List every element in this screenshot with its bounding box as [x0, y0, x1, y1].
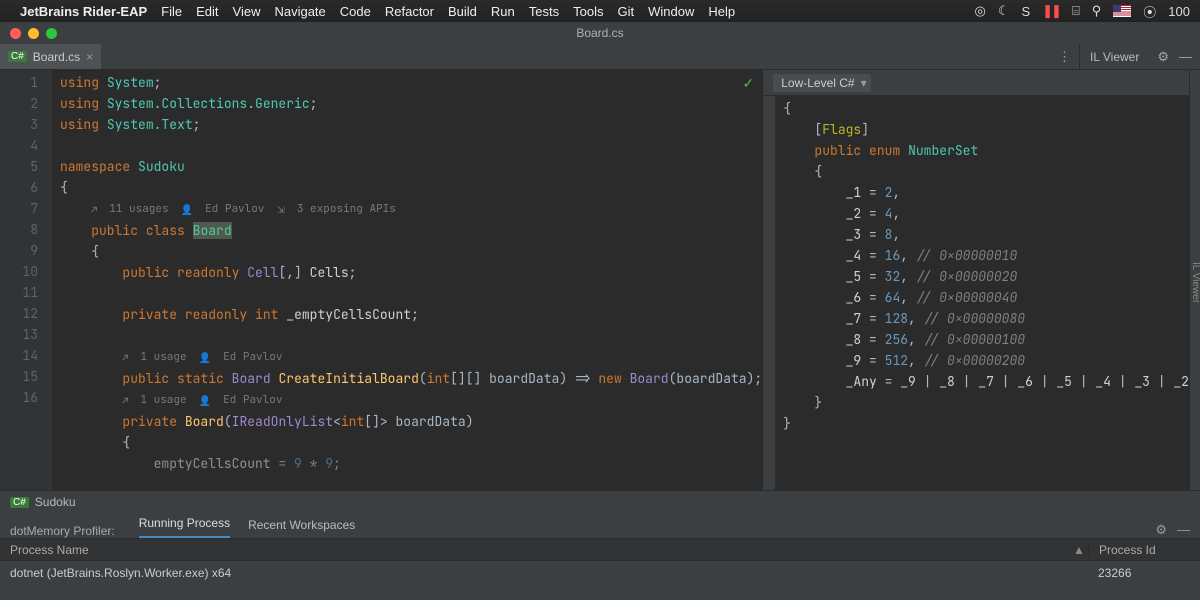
mac-menubar: JetBrains Rider-EAP File Edit View Navig… [0, 0, 1200, 22]
menu-refactor[interactable]: Refactor [385, 4, 434, 19]
process-id: 23266 [1088, 566, 1200, 580]
menu-view[interactable]: View [233, 4, 261, 19]
menu-code[interactable]: Code [340, 4, 371, 19]
close-tab-icon[interactable]: × [86, 50, 93, 64]
codelens-create[interactable]: ↗1 usage 👤Ed Pavlov [122, 347, 282, 368]
il-viewer-dock-button[interactable]: IL Viewer [1190, 262, 1200, 303]
window-controls [0, 28, 57, 39]
profiler-columns: Process Name ▲ Process Id [0, 539, 1200, 561]
codelens-ctor[interactable]: ↗1 usage 👤Ed Pavlov [122, 390, 282, 411]
menu-tests[interactable]: Tests [529, 4, 559, 19]
menu-file[interactable]: File [161, 4, 182, 19]
column-process-id[interactable]: Process Id [1088, 543, 1200, 557]
editor-tabstrip: C# Board.cs × ⋮ IL Viewer ⚙ — [0, 44, 1200, 70]
shield-icon[interactable]: ☾ [998, 3, 1010, 19]
il-viewer-tab[interactable]: IL Viewer [1079, 44, 1149, 69]
tab-recent-workspaces[interactable]: Recent Workspaces [248, 518, 355, 538]
app-menu[interactable]: JetBrains Rider-EAP [20, 4, 147, 19]
il-viewer-pane: Low-Level C# { [Flags] public enum Numbe… [762, 70, 1189, 490]
tab-overflow-icon[interactable]: ⋮ [1058, 49, 1071, 65]
menu-window[interactable]: Window [648, 4, 694, 19]
window-title: Board.cs [576, 26, 623, 40]
line-gutter: 1 2 3 4 5 6 7 8 9 10 11 12 13 14 15 16 [0, 70, 52, 490]
menu-run[interactable]: Run [491, 4, 515, 19]
editor-area[interactable]: 1 2 3 4 5 6 7 8 9 10 11 12 13 14 15 16 [0, 70, 762, 490]
main-split: 1 2 3 4 5 6 7 8 9 10 11 12 13 14 15 16 [0, 70, 1200, 490]
wifi-icon[interactable]: ⦿ [1143, 2, 1156, 21]
il-gutter [763, 96, 775, 490]
menu-navigate[interactable]: Navigate [274, 4, 325, 19]
bottom-tool-header: C# Sudoku [0, 491, 1200, 513]
file-tab-board[interactable]: C# Board.cs × [0, 44, 101, 69]
editor-pane: 1 2 3 4 5 6 7 8 9 10 11 12 13 14 15 16 [0, 70, 762, 490]
il-mode-dropdown[interactable]: Low-Level C# [773, 74, 870, 92]
menu-git[interactable]: Git [617, 4, 634, 19]
battery-level: 100 [1168, 4, 1190, 19]
analysis-ok-icon[interactable]: ✓ [742, 74, 754, 95]
menu-help[interactable]: Help [708, 4, 735, 19]
right-dock-stripe: IL Viewer [1189, 70, 1200, 490]
profiler-label: dotMemory Profiler: [10, 524, 121, 538]
profiler-tabs: dotMemory Profiler: Running Process Rece… [0, 513, 1200, 539]
close-window-button[interactable] [10, 28, 21, 39]
menu-tools[interactable]: Tools [573, 4, 603, 19]
minimize-tool-icon[interactable]: — [1179, 49, 1192, 64]
il-viewer-header: Low-Level C# [763, 70, 1189, 96]
menu-edit[interactable]: Edit [196, 4, 218, 19]
column-process-name[interactable]: Process Name [0, 543, 1070, 557]
menu-build[interactable]: Build [448, 4, 477, 19]
minimize-tool-icon[interactable]: — [1177, 522, 1190, 538]
csharp-badge-icon: C# [8, 51, 27, 62]
menubar-status-area: ◎ ☾ S ❚❚ ⌸ ⚲ ⦿ 100 [974, 2, 1190, 21]
il-code-body[interactable]: { [Flags] public enum NumberSet { _1 = 2… [775, 96, 1189, 490]
input-language-icon[interactable] [1113, 5, 1131, 17]
s-icon[interactable]: S [1021, 4, 1030, 19]
zoom-window-button[interactable] [46, 28, 57, 39]
target-icon[interactable]: ◎ [974, 3, 985, 19]
window-titlebar: Board.cs [0, 22, 1200, 44]
screen-mirror-icon[interactable]: ⌸ [1072, 3, 1080, 19]
il-viewer-toolbar: ⚙ — [1149, 49, 1200, 65]
tab-running-process[interactable]: Running Process [139, 516, 230, 538]
bottom-tool-window: C# Sudoku dotMemory Profiler: Running Pr… [0, 490, 1200, 600]
codelens-board[interactable]: ↗11 usages 👤Ed Pavlov ⇲3 exposing APIs [91, 199, 396, 220]
csharp-badge-icon: C# [10, 497, 29, 508]
il-code-area[interactable]: { [Flags] public enum NumberSet { _1 = 2… [763, 96, 1189, 490]
process-row[interactable]: dotnet (JetBrains.Roslyn.Worker.exe) x64… [0, 561, 1200, 585]
bluetooth-icon[interactable]: ⚲ [1092, 3, 1102, 19]
process-name: dotnet (JetBrains.Roslyn.Worker.exe) x64 [0, 566, 1088, 580]
solution-name: Sudoku [35, 495, 76, 509]
sort-asc-icon[interactable]: ▲ [1070, 543, 1088, 557]
gear-icon[interactable]: ⚙ [1157, 49, 1169, 65]
minimize-window-button[interactable] [28, 28, 39, 39]
file-tab-label: Board.cs [33, 50, 80, 64]
pause-icon[interactable]: ❚❚ [1042, 3, 1060, 19]
gear-icon[interactable]: ⚙ [1155, 522, 1167, 538]
code-body[interactable]: ✓ using System; using System.Collections… [52, 70, 762, 490]
